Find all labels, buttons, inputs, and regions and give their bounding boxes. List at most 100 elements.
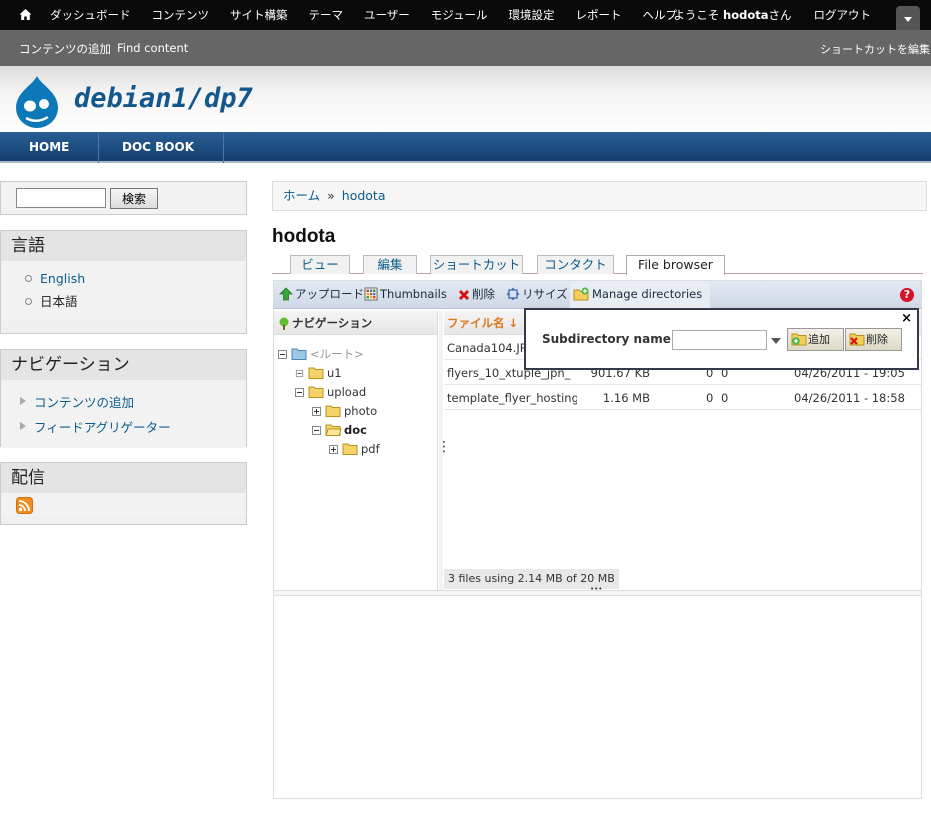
page-title: hodota — [272, 226, 336, 247]
tab-edit[interactable]: 編集 — [363, 255, 417, 274]
tree-icon — [279, 317, 289, 330]
manage-directories-dialog: × Subdirectory name 追加 削除 — [524, 308, 919, 370]
help-icon[interactable]: ? — [900, 288, 914, 302]
site-name[interactable]: debian1/dp7 — [74, 83, 253, 114]
file-size: 1.16 MB — [602, 391, 650, 405]
expand-icon[interactable] — [312, 407, 321, 416]
add-directory-button[interactable]: 追加 — [787, 328, 844, 351]
file-row[interactable]: template_flyer_hosting 1.16 MB 0 0 04/26… — [444, 386, 921, 410]
edit-shortcuts-link[interactable]: ショートカットを編集 — [820, 41, 930, 57]
tree-node-root[interactable]: <ルート> — [278, 345, 364, 363]
tree-node-upload[interactable]: upload — [295, 383, 366, 401]
upload-icon — [279, 287, 293, 301]
nav-feed-aggregator[interactable]: フィードアグリゲーター — [1, 415, 246, 440]
resize-icon — [506, 287, 520, 301]
rss-feed-icon[interactable] — [16, 497, 33, 514]
admin-menu-dashboard[interactable]: ダッシュボード — [40, 7, 142, 23]
tab-view[interactable]: ビュー — [290, 255, 350, 274]
logout-link[interactable]: ログアウト — [814, 7, 872, 23]
shortcut-add-content[interactable]: コンテンツの追加 — [19, 41, 111, 57]
language-english[interactable]: English — [1, 267, 246, 290]
nav-add-content-link[interactable]: コンテンツの追加 — [34, 395, 134, 410]
welcome-prefix: ようこそ — [673, 8, 724, 22]
folder-add-icon — [573, 287, 589, 301]
navigation-pane-header: ナビゲーション — [274, 311, 437, 335]
folder-add-icon — [791, 333, 807, 346]
delete-icon — [458, 289, 470, 301]
search-block: 検索 — [0, 181, 247, 215]
subdirectory-name-label: Subdirectory name — [542, 332, 671, 346]
tab-file-browser[interactable]: File browser — [626, 255, 725, 275]
drupal-logo[interactable] — [12, 74, 62, 128]
tree-node-label: upload — [327, 385, 367, 399]
upload-button[interactable]: アップロード — [279, 281, 364, 308]
admin-toolbar: ダッシュボード コンテンツ サイト構築 テーマ ユーザー モジュール 環境設定 … — [0, 0, 931, 30]
tree-node-pdf[interactable]: pdf — [329, 440, 380, 458]
tree-node-label: u1 — [327, 366, 342, 380]
admin-menu-configuration[interactable]: 環境設定 — [498, 7, 565, 23]
vertical-splitter[interactable] — [437, 311, 451, 590]
tab-contact[interactable]: コンタクト — [537, 255, 614, 274]
tree-node-label: doc — [344, 423, 367, 437]
tree-node-doc[interactable]: doc — [312, 421, 367, 439]
admin-menu-structure[interactable]: サイト構築 — [220, 7, 299, 23]
tree-node-photo[interactable]: photo — [312, 402, 377, 420]
file-width: 0 — [706, 391, 714, 405]
file-name: template_flyer_hosting — [447, 391, 577, 405]
admin-menu-people[interactable]: ユーザー — [354, 7, 421, 23]
admin-menu-content[interactable]: コンテンツ — [142, 7, 221, 23]
language-english-link[interactable]: English — [40, 271, 85, 286]
main-menu-home[interactable]: HOME — [0, 132, 100, 163]
admin-menu-appearance[interactable]: テーマ — [299, 7, 355, 23]
navigation-pane-title: ナビゲーション — [292, 316, 373, 330]
breadcrumb: ホーム » hodota — [272, 181, 927, 211]
welcome-suffix: さん — [768, 8, 792, 22]
horizontal-splitter[interactable] — [274, 585, 921, 596]
folder-icon — [325, 405, 341, 417]
file-browser-toolbar: アップロード Thumbnails 削除 リサイズ Manage directo… — [274, 281, 921, 309]
language-block: 言語 English 日本語 — [0, 230, 247, 334]
collapse-icon[interactable] — [278, 350, 287, 359]
tree-node-u1[interactable]: u1 — [295, 364, 342, 382]
breadcrumb-current[interactable]: hodota — [342, 188, 386, 203]
manage-directories-label: Manage directories — [592, 287, 703, 301]
file-date: 04/26/2011 - 18:58 — [794, 391, 905, 405]
main-menu: HOME DOC BOOK — [0, 132, 931, 163]
thumbnails-label: Thumbnails — [380, 287, 447, 301]
admin-menu-modules[interactable]: モジュール — [421, 7, 499, 23]
collapse-icon[interactable] — [295, 369, 304, 378]
breadcrumb-home[interactable]: ホーム — [283, 188, 320, 203]
search-input[interactable] — [16, 188, 106, 208]
thumbnails-icon — [364, 287, 378, 301]
delete-directory-button[interactable]: 削除 — [845, 328, 902, 351]
folder-open-icon — [308, 386, 324, 398]
syndication-block: 配信 — [0, 462, 247, 525]
nav-add-content[interactable]: コンテンツの追加 — [1, 390, 246, 415]
nav-feed-aggregator-link[interactable]: フィードアグリゲーター — [34, 420, 171, 435]
collapse-icon[interactable] — [312, 426, 321, 435]
shortcuts-bar: コンテンツの追加 Find content ショートカットを編集 — [0, 30, 931, 66]
main-menu-doc-book[interactable]: DOC BOOK — [93, 132, 224, 163]
folder-delete-icon — [849, 333, 865, 346]
home-icon[interactable] — [19, 8, 32, 21]
shortcut-find-content[interactable]: Find content — [117, 41, 188, 55]
admin-menu-reports[interactable]: レポート — [565, 7, 632, 23]
username-link[interactable]: hodota — [723, 8, 768, 22]
thumbnails-button[interactable]: Thumbnails — [364, 281, 447, 308]
collapse-icon[interactable] — [295, 388, 304, 397]
welcome-text: ようこそ hodotaさん — [673, 7, 791, 23]
expand-icon[interactable] — [329, 445, 338, 454]
tree-node-label: photo — [344, 404, 378, 418]
tab-shortcuts[interactable]: ショートカット — [430, 255, 523, 274]
language-japanese: 日本語 — [1, 290, 246, 313]
chevron-down-icon[interactable] — [771, 338, 781, 344]
folder-open-icon — [325, 424, 342, 436]
delete-button[interactable]: 削除 — [458, 281, 495, 308]
subdirectory-name-input[interactable] — [672, 330, 767, 350]
manage-directories-button[interactable]: Manage directories — [570, 281, 711, 308]
search-button[interactable]: 検索 — [110, 188, 158, 209]
content-tabs: ビュー 編集 ショートカット コンタクト File browser — [272, 254, 923, 275]
resize-button[interactable]: リサイズ — [506, 281, 568, 308]
shortcuts-drawer-toggle[interactable] — [896, 6, 920, 30]
close-icon[interactable]: × — [901, 311, 912, 326]
